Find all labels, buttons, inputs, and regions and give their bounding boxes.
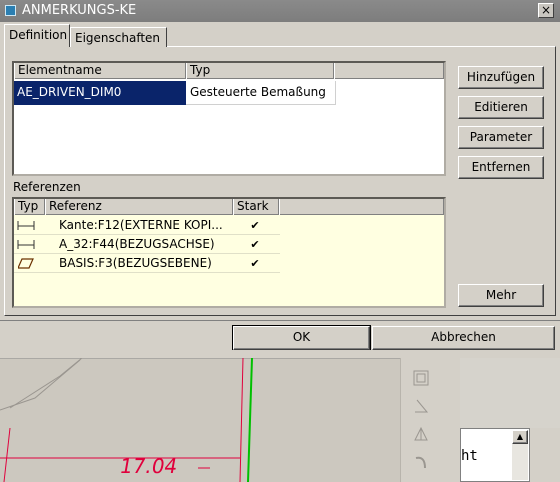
table-row[interactable]: BASIS:F3(BEZUGSEBENE) ✔ bbox=[14, 255, 280, 273]
arc-icon[interactable] bbox=[413, 454, 429, 470]
side-panel-top bbox=[460, 358, 560, 428]
table-row[interactable]: Kante:F12(EXTERNE KOPI... ✔ bbox=[14, 217, 280, 235]
table-row[interactable]: A_32:F44(BEZUGSACHSE) ✔ bbox=[14, 236, 280, 254]
edit-button[interactable]: Editieren bbox=[458, 96, 544, 119]
footer-divider bbox=[0, 320, 560, 321]
window-title: ANMERKUNGS-KE bbox=[22, 3, 137, 18]
model-drawing bbox=[0, 358, 400, 482]
text-area-scrollbar[interactable]: ▲ bbox=[512, 430, 528, 480]
axis-dimension-icon bbox=[17, 239, 37, 249]
parameter-button[interactable]: Parameter bbox=[458, 126, 544, 149]
column-header-stark[interactable]: Stark bbox=[233, 199, 279, 215]
cancel-button[interactable]: Abbrechen bbox=[372, 326, 555, 350]
title-bar: ANMERKUNGS-KE × bbox=[0, 0, 560, 22]
table-row[interactable]: AE_DRIVEN_DIM0 Gesteuerte Bemaßung bbox=[14, 81, 336, 105]
elements-table-header: Elementname Typ bbox=[14, 63, 444, 79]
strong-checkbox[interactable]: ✔ bbox=[250, 239, 260, 250]
more-button[interactable]: Mehr bbox=[458, 284, 544, 307]
add-button[interactable]: Hinzufügen bbox=[458, 66, 544, 89]
edge-dimension-icon bbox=[17, 220, 37, 230]
tab-eigenschaften[interactable]: Eigenschaften bbox=[70, 27, 167, 47]
column-header-empty-ref bbox=[279, 199, 444, 215]
model-canvas[interactable]: 17.04 bbox=[0, 358, 400, 482]
column-header-empty bbox=[334, 63, 444, 79]
column-header-typ-ref[interactable]: Typ bbox=[14, 199, 45, 215]
references-table-header: Typ Referenz Stark bbox=[14, 199, 444, 215]
strong-checkbox[interactable]: ✔ bbox=[250, 258, 260, 269]
references-table: Typ Referenz Stark Kante:F12(EXTERNE KOP… bbox=[12, 197, 446, 308]
remove-button[interactable]: Entfernen bbox=[458, 156, 544, 179]
dimension-value[interactable]: 17.04 bbox=[118, 454, 179, 478]
measure-icon[interactable] bbox=[413, 426, 429, 442]
element-name-cell[interactable]: AE_DRIVEN_DIM0 bbox=[14, 81, 186, 105]
side-panel: ht ▲ bbox=[460, 358, 560, 482]
tool-strip bbox=[400, 358, 460, 482]
reference-name: Kante:F12(EXTERNE KOPI... bbox=[59, 218, 223, 232]
view-icon[interactable] bbox=[413, 370, 429, 386]
ok-button[interactable]: OK bbox=[232, 325, 371, 351]
app-icon bbox=[5, 5, 16, 16]
datum-plane-icon bbox=[17, 258, 38, 270]
reference-name: A_32:F44(BEZUGSACHSE) bbox=[59, 237, 215, 251]
text-area-content: ht bbox=[461, 448, 478, 464]
column-header-elementname[interactable]: Elementname bbox=[14, 63, 186, 79]
tab-definition[interactable]: Definition bbox=[4, 24, 70, 47]
column-header-referenz[interactable]: Referenz bbox=[45, 199, 233, 215]
strong-checkbox[interactable]: ✔ bbox=[250, 220, 260, 231]
close-button[interactable]: × bbox=[538, 3, 554, 18]
angle-icon[interactable] bbox=[413, 398, 429, 414]
references-label: Referenzen bbox=[13, 180, 81, 194]
reference-name: BASIS:F3(BEZUGSEBENE) bbox=[59, 256, 212, 270]
scroll-up-button[interactable]: ▲ bbox=[512, 430, 528, 444]
element-type-cell[interactable]: Gesteuerte Bemaßung bbox=[186, 81, 336, 105]
elements-table: Elementname Typ AE_DRIVEN_DIM0 Gesteuert… bbox=[12, 61, 446, 176]
column-header-typ[interactable]: Typ bbox=[186, 63, 334, 79]
